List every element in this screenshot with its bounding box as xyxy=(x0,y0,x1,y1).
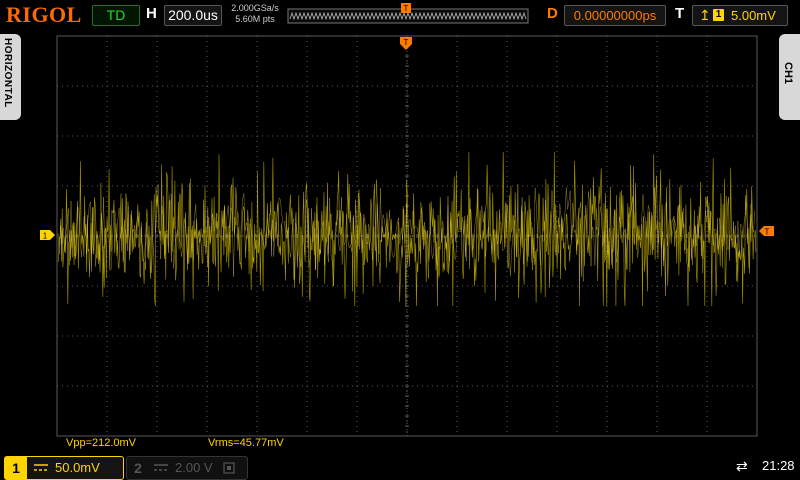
run-status-badge[interactable]: TD xyxy=(92,5,140,26)
channel2-scale-box[interactable]: 2 2.00 V xyxy=(126,456,248,480)
timebase-value[interactable]: 200.0us xyxy=(164,5,222,26)
rising-edge-icon: ↥ xyxy=(699,7,711,23)
measurement-vrms[interactable]: Vrms=45.77mV xyxy=(208,437,284,449)
memory-overview-window[interactable]: T xyxy=(287,3,529,25)
delay-label: D xyxy=(547,5,558,22)
trigger-label: T xyxy=(675,5,685,22)
horizontal-label: H xyxy=(146,5,157,22)
channel1-scale-value: 50.0mV xyxy=(55,460,100,475)
memory-depth: 5.60M pts xyxy=(235,14,275,24)
trigger-setting[interactable]: ↥ 1 5.00mV xyxy=(692,5,788,26)
delay-value[interactable]: 0.00000000ps xyxy=(564,5,666,26)
trigger-level-value: 5.00mV xyxy=(731,8,776,23)
bandwidth-limit-icon xyxy=(223,462,235,474)
bottom-status-bar: 1 50.0mV 2 2.00 V ⇄ 21:28 xyxy=(0,454,800,480)
top-status-bar: RIGOL TD H 200.0us 2.000GSa/s 5.60M pts … xyxy=(0,0,800,30)
measurement-vpp[interactable]: Vpp=212.0mV xyxy=(66,437,136,449)
system-clock: 21:28 xyxy=(762,458,795,473)
usb-icon: ⇄ xyxy=(736,458,748,474)
channel1-offset-marker[interactable]: 1 xyxy=(40,230,55,241)
waveform-display[interactable]: T 1 T xyxy=(0,30,800,450)
channel1-number: 1 xyxy=(5,457,27,479)
channel2-number: 2 xyxy=(134,460,142,476)
trigger-position-label: T xyxy=(404,38,409,47)
trigger-channel-badge: 1 xyxy=(713,9,724,21)
channel1-scale-box[interactable]: 1 50.0mV xyxy=(4,456,124,480)
acquisition-info: 2.000GSa/s 5.60M pts xyxy=(226,3,284,25)
channel1-offset-label: 1 xyxy=(43,232,48,241)
channel2-scale-value: 2.00 V xyxy=(175,460,213,475)
trigger-level-label: T xyxy=(765,228,770,237)
trigger-level-marker[interactable]: T xyxy=(759,226,774,237)
dc-coupling-icon-ch2 xyxy=(154,464,168,471)
memory-trigger-marker-label: T xyxy=(404,4,409,13)
brand-logo: RIGOL xyxy=(6,2,82,27)
sample-rate: 2.000GSa/s xyxy=(231,3,279,13)
dc-coupling-icon xyxy=(34,464,48,471)
